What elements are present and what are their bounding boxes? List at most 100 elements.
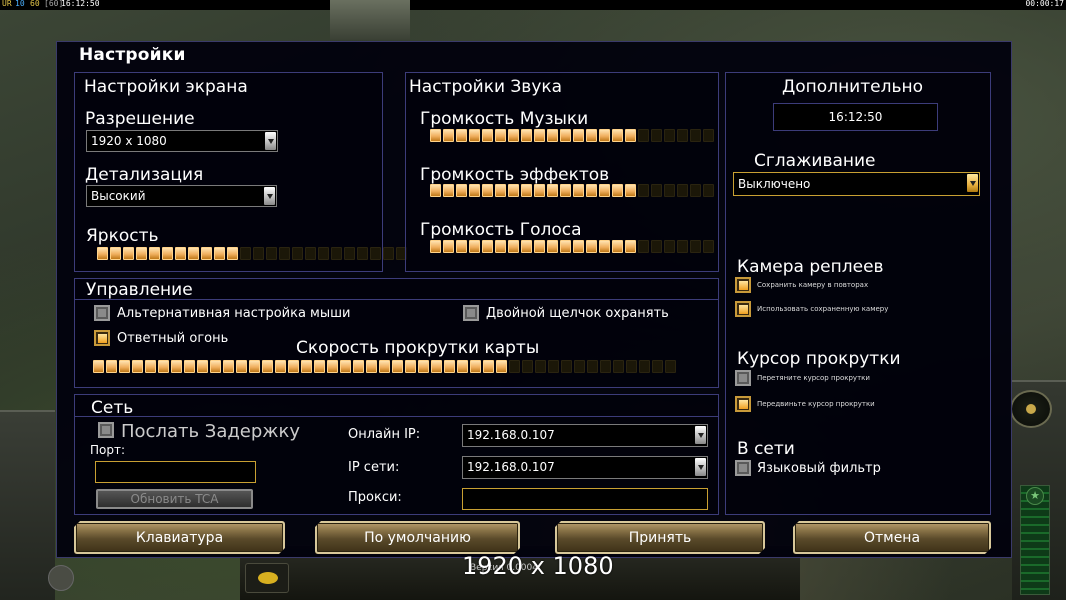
scroll-speed-slider[interactable]: [93, 360, 676, 373]
slider-segment-filled[interactable]: [573, 184, 584, 197]
slider-segment-filled[interactable]: [93, 360, 104, 373]
slider-segment-filled[interactable]: [301, 360, 312, 373]
slider-segment-filled[interactable]: [262, 360, 273, 373]
slider-segment-filled[interactable]: [162, 247, 173, 260]
slider-segment-filled[interactable]: [625, 129, 636, 142]
slider-segment-filled[interactable]: [612, 184, 623, 197]
slider-segment-empty[interactable]: [626, 360, 637, 373]
keyboard-button[interactable]: Клавиатура: [74, 521, 285, 554]
update-tca-button[interactable]: Обновить TCA: [96, 489, 253, 509]
slider-segment-empty[interactable]: [318, 247, 329, 260]
slider-segment-filled[interactable]: [214, 247, 225, 260]
slider-segment-filled[interactable]: [443, 240, 454, 253]
slider-segment-filled[interactable]: [625, 240, 636, 253]
slider-segment-filled[interactable]: [353, 360, 364, 373]
lan-ip-dropdown[interactable]: 192.168.0.107: [462, 456, 708, 479]
slider-segment-filled[interactable]: [573, 129, 584, 142]
slider-segment-filled[interactable]: [560, 184, 571, 197]
slider-segment-filled[interactable]: [495, 129, 506, 142]
slider-segment-filled[interactable]: [171, 360, 182, 373]
alt-mouse-checkbox[interactable]: [94, 305, 110, 321]
slider-segment-empty[interactable]: [600, 360, 611, 373]
slider-segment-filled[interactable]: [430, 184, 441, 197]
slider-segment-filled[interactable]: [508, 240, 519, 253]
slider-segment-empty[interactable]: [638, 129, 649, 142]
slider-segment-empty[interactable]: [548, 360, 559, 373]
slider-segment-filled[interactable]: [223, 360, 234, 373]
slider-segment-filled[interactable]: [483, 360, 494, 373]
slider-segment-filled[interactable]: [560, 240, 571, 253]
slider-segment-filled[interactable]: [482, 184, 493, 197]
slider-segment-filled[interactable]: [521, 240, 532, 253]
slider-segment-filled[interactable]: [456, 240, 467, 253]
slider-segment-filled[interactable]: [201, 247, 212, 260]
slider-segment-filled[interactable]: [188, 247, 199, 260]
slider-segment-filled[interactable]: [612, 129, 623, 142]
slider-segment-filled[interactable]: [495, 184, 506, 197]
chevron-down-icon[interactable]: [967, 174, 978, 192]
slider-segment-empty[interactable]: [677, 184, 688, 197]
slider-segment-empty[interactable]: [677, 240, 688, 253]
slider-segment-empty[interactable]: [292, 247, 303, 260]
slider-segment-filled[interactable]: [123, 247, 134, 260]
return-fire-checkbox[interactable]: [94, 330, 110, 346]
voice-volume-slider[interactable]: [430, 240, 714, 253]
slider-segment-filled[interactable]: [586, 240, 597, 253]
slider-segment-empty[interactable]: [664, 184, 675, 197]
slider-segment-filled[interactable]: [547, 184, 558, 197]
slider-segment-empty[interactable]: [383, 247, 394, 260]
slider-segment-empty[interactable]: [331, 247, 342, 260]
accept-button[interactable]: Принять: [555, 521, 765, 554]
brightness-slider[interactable]: [97, 247, 407, 260]
slider-segment-empty[interactable]: [509, 360, 520, 373]
slider-segment-filled[interactable]: [547, 129, 558, 142]
slider-segment-empty[interactable]: [703, 129, 714, 142]
slider-segment-filled[interactable]: [470, 360, 481, 373]
chevron-down-icon[interactable]: [265, 132, 276, 150]
slider-segment-filled[interactable]: [521, 184, 532, 197]
slider-segment-filled[interactable]: [392, 360, 403, 373]
defaults-button[interactable]: По умолчанию: [315, 521, 520, 554]
music-volume-slider[interactable]: [430, 129, 714, 142]
slider-segment-filled[interactable]: [443, 184, 454, 197]
slider-segment-filled[interactable]: [534, 129, 545, 142]
slider-segment-empty[interactable]: [240, 247, 251, 260]
slider-segment-filled[interactable]: [249, 360, 260, 373]
slider-segment-filled[interactable]: [184, 360, 195, 373]
slider-segment-empty[interactable]: [665, 360, 676, 373]
slider-segment-filled[interactable]: [366, 360, 377, 373]
slider-segment-filled[interactable]: [149, 247, 160, 260]
slider-segment-filled[interactable]: [443, 129, 454, 142]
antialias-dropdown[interactable]: Выключено: [733, 172, 980, 196]
slider-segment-filled[interactable]: [110, 247, 121, 260]
slider-segment-empty[interactable]: [344, 247, 355, 260]
double-click-checkbox[interactable]: [463, 305, 479, 321]
slider-segment-filled[interactable]: [599, 129, 610, 142]
chevron-down-icon[interactable]: [264, 187, 275, 205]
drag-scroll-cursor-checkbox[interactable]: [735, 370, 751, 386]
port-input[interactable]: [95, 461, 256, 483]
slider-segment-empty[interactable]: [690, 129, 701, 142]
slider-segment-filled[interactable]: [534, 240, 545, 253]
slider-segment-empty[interactable]: [305, 247, 316, 260]
effects-volume-slider[interactable]: [430, 184, 714, 197]
slider-segment-filled[interactable]: [236, 360, 247, 373]
slider-segment-empty[interactable]: [370, 247, 381, 260]
slider-segment-filled[interactable]: [379, 360, 390, 373]
slider-segment-filled[interactable]: [599, 240, 610, 253]
slider-segment-filled[interactable]: [521, 129, 532, 142]
slider-segment-empty[interactable]: [522, 360, 533, 373]
slider-segment-filled[interactable]: [482, 129, 493, 142]
cancel-button[interactable]: Отмена: [793, 521, 991, 554]
slider-segment-empty[interactable]: [613, 360, 624, 373]
slider-segment-empty[interactable]: [574, 360, 585, 373]
resolution-dropdown[interactable]: 1920 x 1080: [86, 130, 278, 152]
slider-segment-filled[interactable]: [496, 360, 507, 373]
slider-segment-filled[interactable]: [599, 184, 610, 197]
slider-segment-empty[interactable]: [703, 240, 714, 253]
slider-segment-filled[interactable]: [405, 360, 416, 373]
slider-segment-filled[interactable]: [612, 240, 623, 253]
slider-segment-filled[interactable]: [275, 360, 286, 373]
slider-segment-filled[interactable]: [210, 360, 221, 373]
slider-segment-filled[interactable]: [227, 247, 238, 260]
